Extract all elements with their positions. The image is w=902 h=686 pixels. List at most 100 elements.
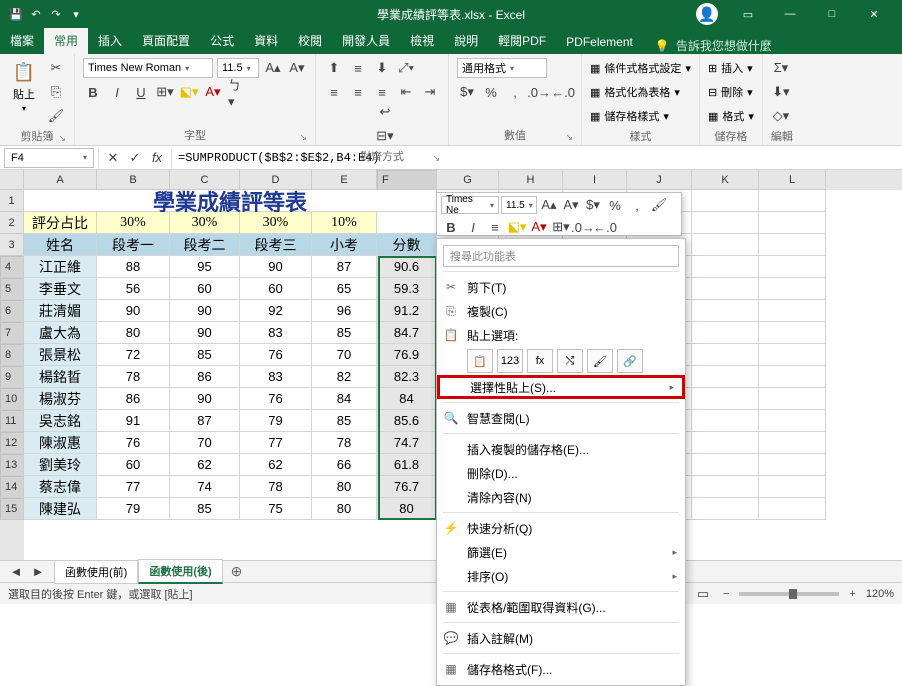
- menu-cut[interactable]: ✂剪下(T): [437, 275, 685, 299]
- font-color-icon[interactable]: A▾: [203, 82, 223, 102]
- qat-dropdown-icon[interactable]: ▾: [68, 6, 84, 22]
- menu-delete[interactable]: 刪除(D)...: [437, 461, 685, 485]
- align-bottom-icon[interactable]: ⬇: [372, 58, 392, 78]
- col-header-E[interactable]: E: [312, 170, 377, 190]
- cell[interactable]: [759, 300, 826, 322]
- cell[interactable]: 30%: [240, 212, 312, 234]
- cell[interactable]: [692, 476, 759, 498]
- cell[interactable]: 楊銘晢: [24, 366, 97, 388]
- cell[interactable]: [759, 322, 826, 344]
- cell[interactable]: 莊清媚: [24, 300, 97, 322]
- cell[interactable]: 李垂文: [24, 278, 97, 300]
- cell[interactable]: 小考: [312, 234, 377, 256]
- cell[interactable]: 85: [312, 410, 377, 432]
- menu-copy[interactable]: ⎘複製(C): [437, 299, 685, 323]
- cell[interactable]: 80: [312, 498, 377, 520]
- cell[interactable]: 91: [97, 410, 170, 432]
- cell[interactable]: [759, 432, 826, 454]
- mini-dec-icon[interactable]: .0→: [573, 217, 593, 237]
- paste-button[interactable]: 📋 貼上▾: [8, 58, 40, 115]
- redo-icon[interactable]: ↷: [48, 6, 64, 22]
- cell[interactable]: 姓名: [24, 234, 97, 256]
- align-top-icon[interactable]: ⬆: [324, 58, 344, 78]
- currency-icon[interactable]: $▾: [457, 82, 477, 102]
- cell[interactable]: 62: [170, 454, 240, 476]
- name-box[interactable]: F4▾: [4, 148, 94, 168]
- cell[interactable]: 75: [240, 498, 312, 520]
- enter-formula-icon[interactable]: ✓: [125, 148, 145, 168]
- cell[interactable]: 90: [170, 388, 240, 410]
- delete-button[interactable]: ⊟ 刪除 ▾: [708, 82, 753, 102]
- menu-filter[interactable]: 篩選(E)▸: [437, 540, 685, 564]
- row-header-9[interactable]: 9: [0, 366, 24, 388]
- cell[interactable]: 分數: [377, 234, 437, 256]
- row-header-7[interactable]: 7: [0, 322, 24, 344]
- cell[interactable]: [759, 366, 826, 388]
- select-all-corner[interactable]: [0, 170, 24, 190]
- cell[interactable]: [759, 388, 826, 410]
- row-header-8[interactable]: 8: [0, 344, 24, 366]
- cell[interactable]: [759, 212, 826, 234]
- formula-input[interactable]: =SUMPRODUCT($B$2:$E$2,B4:E4): [172, 151, 902, 165]
- cell[interactable]: [692, 190, 759, 212]
- row-header-3[interactable]: 3: [0, 234, 24, 256]
- cond-format-button[interactable]: ▦ 條件式格式設定 ▾: [590, 58, 691, 78]
- row-header-6[interactable]: 6: [0, 300, 24, 322]
- cell[interactable]: 85.6: [377, 410, 437, 432]
- mini-inc-icon[interactable]: ←.0: [595, 217, 615, 237]
- menu-paste-special[interactable]: 選擇性貼上(S)...▸: [437, 375, 685, 399]
- row-header-12[interactable]: 12: [0, 432, 24, 454]
- row-header-10[interactable]: 10: [0, 388, 24, 410]
- mini-font-color-icon[interactable]: A▾: [529, 217, 549, 237]
- cell[interactable]: 74: [170, 476, 240, 498]
- font-name-select[interactable]: Times New Roman▾: [83, 58, 213, 78]
- minimize-icon[interactable]: —: [770, 0, 810, 28]
- cell[interactable]: 91.2: [377, 300, 437, 322]
- cell[interactable]: 陳淑惠: [24, 432, 97, 454]
- row-header-4[interactable]: 4: [0, 256, 24, 278]
- format-painter-icon[interactable]: 🖌: [46, 106, 66, 126]
- clear-icon[interactable]: ◇▾: [771, 106, 791, 126]
- cell[interactable]: 76: [97, 432, 170, 454]
- mini-font-select[interactable]: Times Ne▾: [441, 196, 499, 214]
- mini-percent-icon[interactable]: %: [605, 195, 625, 215]
- format-button[interactable]: ▦ 格式 ▾: [708, 106, 754, 126]
- align-middle-icon[interactable]: ≡: [348, 58, 368, 78]
- col-header-L[interactable]: L: [759, 170, 826, 190]
- cell[interactable]: [692, 234, 759, 256]
- cell[interactable]: 83: [240, 366, 312, 388]
- mini-shrink-icon[interactable]: A▾: [561, 195, 581, 215]
- border-icon[interactable]: ⊞▾: [155, 82, 175, 102]
- cell[interactable]: [692, 366, 759, 388]
- paste-opt-formula[interactable]: fx: [527, 349, 553, 373]
- save-icon[interactable]: 💾: [8, 6, 24, 22]
- menu-sort[interactable]: 排序(O)▸: [437, 564, 685, 588]
- merge-icon[interactable]: ⊟▾: [330, 126, 440, 146]
- tab-view[interactable]: 檢視: [400, 27, 444, 54]
- tab-help[interactable]: 說明: [444, 27, 488, 54]
- cell[interactable]: [759, 278, 826, 300]
- menu-search[interactable]: 搜尋此功能表: [443, 245, 679, 267]
- cell[interactable]: 72: [97, 344, 170, 366]
- tab-formula[interactable]: 公式: [200, 27, 244, 54]
- cell[interactable]: 86: [97, 388, 170, 410]
- grow-font-icon[interactable]: A▴: [263, 58, 283, 78]
- cell[interactable]: [692, 212, 759, 234]
- cell[interactable]: [692, 410, 759, 432]
- col-header-A[interactable]: A: [24, 170, 97, 190]
- insert-button[interactable]: ⊞ 插入 ▾: [708, 58, 753, 78]
- cell[interactable]: 85: [170, 344, 240, 366]
- row-header-11[interactable]: 11: [0, 410, 24, 432]
- cell[interactable]: 盧大為: [24, 322, 97, 344]
- cell[interactable]: 90: [170, 322, 240, 344]
- italic-icon[interactable]: I: [107, 82, 127, 102]
- mini-italic-icon[interactable]: I: [463, 217, 483, 237]
- underline-icon[interactable]: U: [131, 82, 151, 102]
- tab-review[interactable]: 校閱: [288, 27, 332, 54]
- menu-insert-comment[interactable]: 💬插入註解(M): [437, 626, 685, 650]
- cell[interactable]: 96: [312, 300, 377, 322]
- paste-opt-link[interactable]: 🔗: [617, 349, 643, 373]
- sheet-tab-1[interactable]: 函數使用(前): [54, 560, 138, 584]
- shrink-font-icon[interactable]: A▾: [287, 58, 307, 78]
- col-header-F[interactable]: F: [377, 170, 437, 190]
